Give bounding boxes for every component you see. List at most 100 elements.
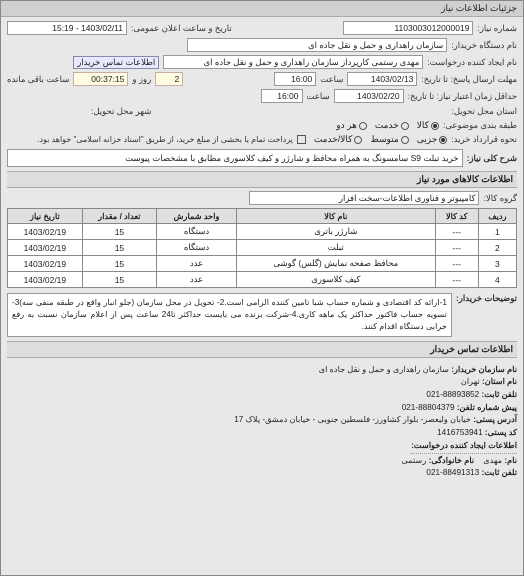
c-province: تهران <box>461 377 480 386</box>
window: جزئیات اطلاعات نیاز شماره نیاز: 11030030… <box>0 0 524 576</box>
pkg-opt1-label: کالا <box>417 120 429 131</box>
remain-suffix: ساعت باقی مانده <box>7 74 69 85</box>
table-cell: 15 <box>82 224 156 240</box>
c-fax: 88804379-021 <box>402 403 455 412</box>
table-row: 2---تبلتدستگاه151403/02/19 <box>8 240 517 256</box>
c-org-label: نام سازمان خریدار: <box>451 365 517 374</box>
c-org: سازمان راهداری و حمل و نقل جاده ای <box>319 365 449 374</box>
pkg-radio-both[interactable]: هر دو <box>336 120 367 131</box>
remain-days-label: روز و <box>132 74 151 85</box>
table-cell: عدد <box>157 272 237 288</box>
deadline-label: مهلت ارسال پاسخ: تا تاریخ: <box>421 74 517 85</box>
table-cell: 15 <box>82 240 156 256</box>
table-cell: 1403/02/19 <box>8 240 83 256</box>
table-cell: 1403/02/19 <box>8 256 83 272</box>
table-header-row: ردیف کد کالا نام کالا واحد شمارش تعداد /… <box>8 209 517 224</box>
c-phone-label: تلفن ثابت: <box>482 390 517 399</box>
pkg-radio-service[interactable]: خدمت <box>375 120 409 131</box>
th-unit: واحد شمارش <box>157 209 237 224</box>
need-number-field: 1103003012000019 <box>343 21 473 35</box>
deadline-time-field: 16:00 <box>274 72 316 86</box>
table-cell: کیف کلاسوری <box>236 272 435 288</box>
pt-radio-mid[interactable]: متوسط <box>370 134 408 145</box>
desc-label: شرح کلی نیاز: <box>467 153 517 164</box>
c-address: خیابان ولیعصر- بلوار کشاورز- فلسطین جنوب… <box>234 415 471 424</box>
c-req-phone: 88491313-021 <box>426 468 479 477</box>
table-cell: محافظ صفحه نمایش (گلس) گوشی <box>236 256 435 272</box>
c-name-label: نام: <box>504 456 517 465</box>
contact-section-title: اطلاعات تماس خریدار <box>7 341 517 358</box>
notes-label: توضیحات خریدار: <box>456 291 517 304</box>
announce-field: 1403/02/11 - 15:19 <box>7 21 127 35</box>
table-cell: 4 <box>478 272 516 288</box>
deadline-time-label: ساعت <box>320 74 343 85</box>
table-body: 1---شارژر باتریدستگاه151403/02/192---تبل… <box>8 224 517 288</box>
treasury-checkbox[interactable] <box>297 135 306 144</box>
c-name: مهدی <box>483 456 502 465</box>
buyer-org-field: سازمان راهداری و حمل و نقل جاده ای <box>187 38 447 52</box>
table-cell: 15 <box>82 272 156 288</box>
table-cell: 2 <box>478 240 516 256</box>
requester-label: نام ایجاد کننده درخواست: <box>427 57 517 68</box>
pt-mid-label: متوسط <box>370 134 398 145</box>
pt-low-label: جزیی <box>417 134 438 145</box>
th-date: تاریخ نیاز <box>8 209 83 224</box>
table-cell: دستگاه <box>157 240 237 256</box>
table-row: 1---شارژر باتریدستگاه151403/02/19 <box>8 224 517 240</box>
th-row: ردیف <box>478 209 516 224</box>
purchase-type-label: نحوه قرارداد خرید: <box>451 134 517 145</box>
contact-block: نام سازمان خریدار: سازمان راهداری و حمل … <box>7 364 517 480</box>
th-qty: تعداد / مقدار <box>82 209 156 224</box>
table-cell: 15 <box>82 256 156 272</box>
deliver-city-label: شهر محل تحویل: <box>91 106 151 117</box>
table-cell: شارژر باتری <box>236 224 435 240</box>
pt-radio-low[interactable]: جزیی <box>417 134 448 145</box>
requester-field: مهدی رستمی کارپرداز سازمان راهداری و حمل… <box>163 55 423 69</box>
c-postcode: 1416753941 <box>437 428 483 437</box>
group-field: کامپیوتر و فناوری اطلاعات-سخت افزار <box>249 191 479 205</box>
goods-table: ردیف کد کالا نام کالا واحد شمارش تعداد /… <box>7 208 517 288</box>
c-req-phone-label: تلفن ثابت: <box>482 468 517 477</box>
group-label: گروه کالا: <box>483 193 517 204</box>
remain-days-field: 2 <box>155 72 183 86</box>
table-cell: --- <box>435 256 478 272</box>
need-number-label: شماره نیاز: <box>477 23 517 34</box>
goods-section-title: اطلاعات کالاهای مورد نیاز <box>7 171 517 188</box>
pay-note: پرداخت تمام یا بخشی از مبلغ خرید، از طری… <box>37 135 293 144</box>
validity-label: حداقل زمان اعتبار نیاز: تا تاریخ: <box>408 91 517 102</box>
c-province-label: نام استان: <box>482 377 517 386</box>
c-family: رستمی <box>401 456 426 465</box>
table-cell: عدد <box>157 256 237 272</box>
c-address-label: آدرس پستی: <box>473 415 517 424</box>
c-phone: 88893852-021 <box>426 390 479 399</box>
content-area: شماره نیاز: 1103003012000019 تاریخ و ساع… <box>1 17 523 575</box>
pt-radio-high[interactable]: کالا/خدمت <box>314 134 363 145</box>
table-cell: --- <box>435 240 478 256</box>
table-cell: 1403/02/19 <box>8 272 83 288</box>
notes-box: 1-ارائه کد اقتصادی و شماره حساب شبا تامی… <box>7 293 452 337</box>
table-row: 3---محافظ صفحه نمایش (گلس) گوشیعدد151403… <box>8 256 517 272</box>
table-cell: تبلت <box>236 240 435 256</box>
th-name: نام کالا <box>236 209 435 224</box>
table-cell: 1 <box>478 224 516 240</box>
packaging-label: طبقه بندی موضوعی: <box>443 120 517 131</box>
c-postcode-label: کد پستی: <box>485 428 517 437</box>
window-title: جزئیات اطلاعات نیاز <box>1 1 523 17</box>
c-requester-section: اطلاعات ایجاد کننده درخواست: <box>411 440 517 454</box>
pt-high-label: کالا/خدمت <box>314 134 353 145</box>
pkg-opt3-label: هر دو <box>336 120 357 131</box>
deliver-province-label: استان محل تحویل: <box>452 106 518 117</box>
desc-field: خرید تبلت S9 سامسونگ به همراه محافظ و شا… <box>7 149 463 167</box>
deadline-date-field: 1403/02/13 <box>347 72 417 86</box>
table-cell: --- <box>435 272 478 288</box>
pkg-radio-goods[interactable]: کالا <box>417 120 439 131</box>
pkg-opt2-label: خدمت <box>375 120 399 131</box>
remain-time-field: 00:37:15 <box>73 72 128 86</box>
table-cell: دستگاه <box>157 224 237 240</box>
table-cell: 3 <box>478 256 516 272</box>
announce-label: تاریخ و ساعت اعلان عمومی: <box>131 23 232 34</box>
table-cell: 1403/02/19 <box>8 224 83 240</box>
table-row: 4---کیف کلاسوریعدد151403/02/19 <box>8 272 517 288</box>
contact-info-button[interactable]: اطلاعات تماس خریدار <box>73 56 159 69</box>
validity-time-label: ساعت <box>307 91 330 102</box>
